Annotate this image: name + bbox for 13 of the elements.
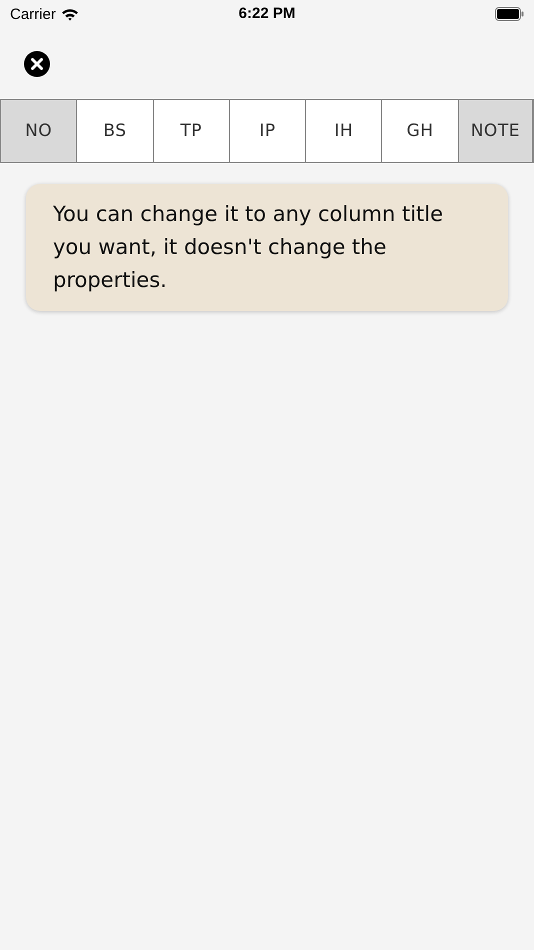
column-header[interactable]: IP	[228, 100, 306, 162]
close-button[interactable]	[24, 50, 50, 76]
status-time: 6:22 PM	[238, 5, 296, 22]
column-header[interactable]: TP	[152, 100, 229, 162]
column-header[interactable]: GH	[381, 100, 458, 162]
column-header[interactable]: BS	[76, 100, 153, 162]
column-header[interactable]: NO	[0, 100, 76, 162]
wifi-icon	[60, 8, 79, 20]
battery-icon	[495, 7, 524, 21]
tip-text: You can change it to any column title you want, it doesn't change the properties.	[53, 201, 444, 294]
column-header[interactable]: NOTE	[458, 100, 534, 162]
column-header[interactable]: IH	[305, 100, 382, 162]
carrier-name: Carrier	[10, 6, 56, 22]
